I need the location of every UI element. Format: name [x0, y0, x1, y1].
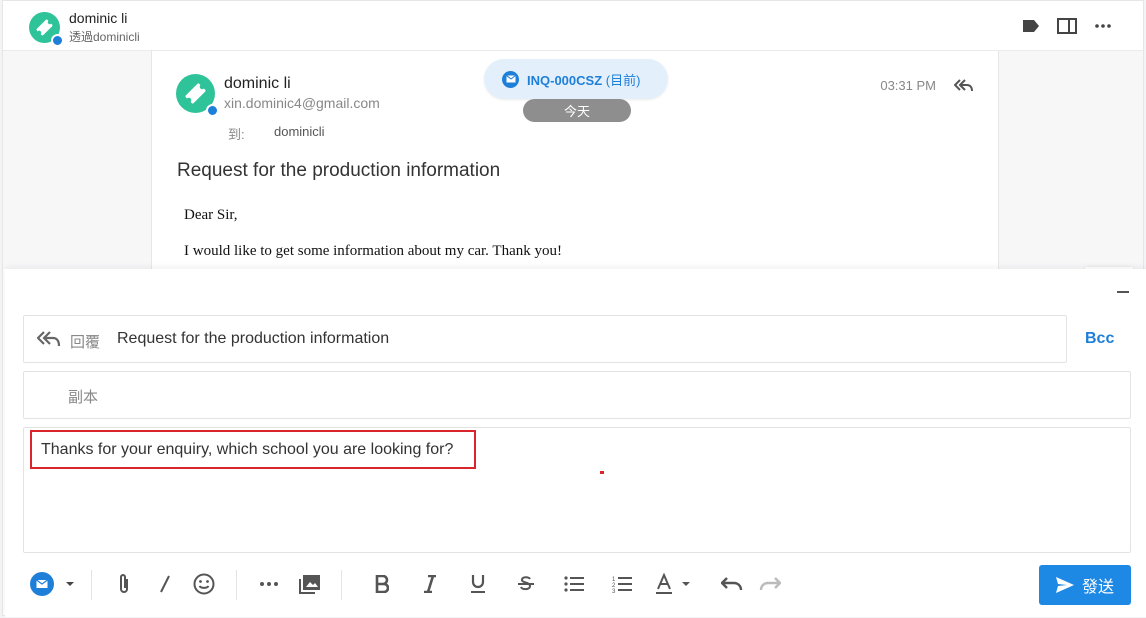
- inquiry-id: INQ-000CSZ: [527, 72, 603, 88]
- email-channel-badge-icon: [51, 34, 64, 47]
- cursor-marker: [600, 471, 604, 474]
- email-channel-badge-icon: [206, 104, 219, 117]
- send-icon: [1055, 577, 1074, 593]
- send-button[interactable]: 發送: [1039, 565, 1131, 605]
- cc-field[interactable]: 副本: [23, 371, 1131, 419]
- minimize-icon[interactable]: [1117, 291, 1129, 293]
- editor-text[interactable]: Thanks for your enquiry, which school yo…: [30, 430, 476, 469]
- reply-subject-field[interactable]: 回覆 Request for the production informatio…: [23, 315, 1067, 363]
- editor-toolbar: 123 發送: [5, 565, 1146, 605]
- inquiry-label: INQ-000CSZ (目前): [527, 70, 640, 89]
- reply-composer: 回覆 Request for the production informatio…: [5, 269, 1146, 617]
- reply-all-icon[interactable]: [953, 79, 974, 98]
- reply-all-icon: [36, 331, 61, 352]
- italic-icon[interactable]: [417, 571, 443, 597]
- image-icon[interactable]: [297, 571, 323, 597]
- slash-command-icon[interactable]: [152, 571, 178, 597]
- date-divider: 今天: [523, 99, 631, 122]
- bcc-button[interactable]: Bcc: [1085, 330, 1114, 348]
- undo-icon[interactable]: [719, 571, 745, 597]
- more-tools-icon[interactable]: [256, 571, 282, 597]
- more-options-icon[interactable]: [1093, 17, 1113, 35]
- bulleted-list-icon[interactable]: [561, 571, 587, 597]
- sender-name: dominic li: [224, 75, 291, 92]
- subject-input[interactable]: Request for the production information: [117, 330, 389, 348]
- emoji-icon[interactable]: [191, 571, 217, 597]
- reply-label: 回覆: [70, 334, 101, 351]
- toolbar-separator: [236, 570, 237, 600]
- attachment-icon[interactable]: [111, 571, 137, 597]
- side-panel-icon[interactable]: [1057, 17, 1077, 35]
- channel-select[interactable]: [29, 571, 75, 597]
- toolbar-separator: [341, 570, 342, 600]
- email-icon: [502, 70, 519, 88]
- strikethrough-icon[interactable]: [513, 571, 539, 597]
- inquiry-pill[interactable]: INQ-000CSZ (目前): [484, 59, 668, 99]
- text-color-icon[interactable]: [655, 571, 695, 597]
- toolbar-separator: [91, 570, 92, 600]
- message-body-line: Dear Sir,: [184, 207, 238, 223]
- tag-icon[interactable]: [1021, 17, 1041, 35]
- sender-avatar: [176, 74, 219, 117]
- contact-avatar[interactable]: [29, 12, 64, 47]
- channel-subtitle: 透過dominicli: [69, 30, 140, 44]
- conversation-header: dominic li 透過dominicli: [3, 1, 1143, 51]
- recipient-value: dominicli: [274, 124, 325, 139]
- message-subject: Request for the production information: [177, 160, 501, 181]
- sender-email: xin.dominic4@gmail.com: [224, 95, 380, 111]
- svg-text:3: 3: [612, 589, 616, 593]
- underline-icon[interactable]: [465, 571, 491, 597]
- message-time: 03:31 PM: [880, 78, 936, 93]
- app-window: dominic li 透過dominicli dominic li xin.do…: [2, 0, 1146, 617]
- contact-name[interactable]: dominic li: [69, 10, 127, 26]
- inquiry-status: (目前): [605, 72, 641, 88]
- message-editor[interactable]: Thanks for your enquiry, which school yo…: [23, 427, 1131, 553]
- send-label: 發送: [1081, 579, 1114, 596]
- recipient-label: 到:: [228, 127, 245, 142]
- bold-icon[interactable]: [369, 571, 395, 597]
- redo-icon[interactable]: [757, 571, 783, 597]
- numbered-list-icon[interactable]: 123: [609, 571, 635, 597]
- cc-placeholder: 副本: [68, 389, 99, 406]
- message-body-line: I would like to get some information abo…: [184, 243, 562, 259]
